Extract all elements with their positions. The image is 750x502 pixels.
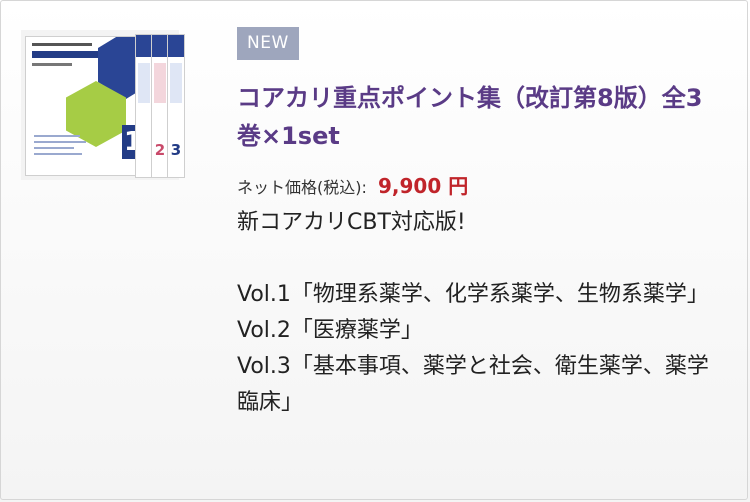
volume-number: 3 — [170, 141, 182, 159]
price-value: 9,900 円 — [377, 174, 469, 198]
volume-number: 2 — [154, 141, 166, 159]
price-label: ネット価格(税込): — [237, 178, 367, 197]
new-badge: NEW — [237, 27, 299, 60]
book-spine-vol3: 3 — [167, 34, 185, 178]
book-cover-vol1: 1 — [25, 36, 151, 176]
volume-item: Vol.3「基本事項、薬学と社会、衛生薬学、薬学臨床」 — [237, 354, 709, 415]
product-image[interactable]: 1 2 3 — [21, 30, 185, 180]
product-description: 新コアカリCBT対応版! Vol.1「物理系薬学、化学系薬学、生物系薬学」 Vo… — [237, 205, 717, 421]
tagline: 新コアカリCBT対応版! — [237, 210, 466, 235]
volume-item: Vol.2「医療薬学」 — [237, 318, 423, 343]
product-title-link[interactable]: コアカリ重点ポイント集（改訂第8版）全3巻×1set — [237, 79, 707, 155]
price-row: ネット価格(税込): 9,900 円 — [237, 170, 469, 198]
volume-item: Vol.1「物理系薬学、化学系薬学、生物系薬学」 — [237, 282, 709, 307]
